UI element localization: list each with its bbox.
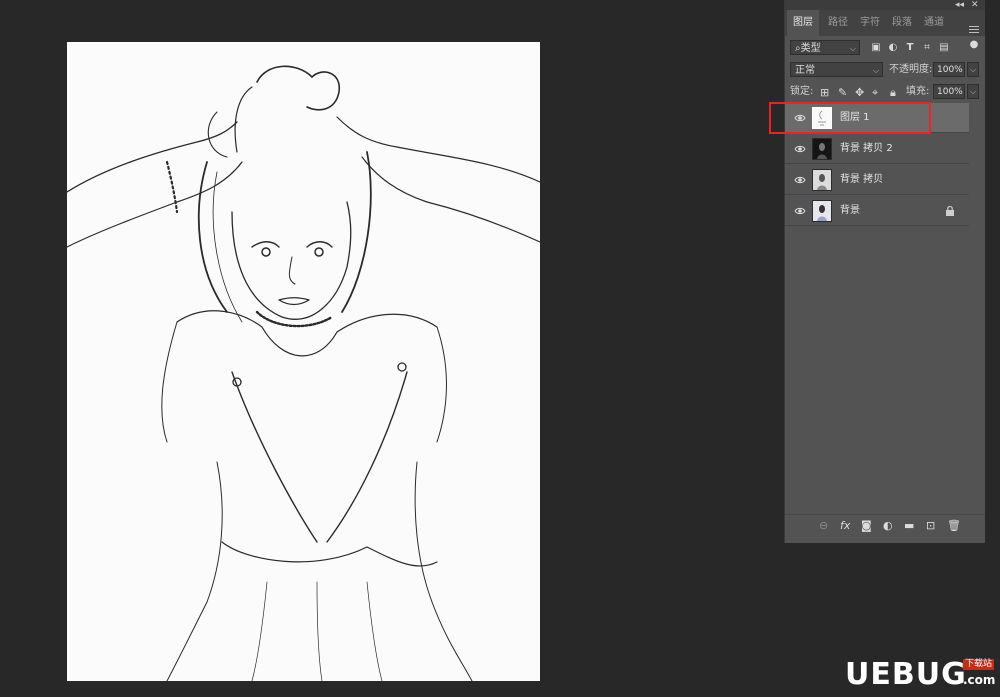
panel-menu-icon[interactable] [969,26,979,35]
fill-chevron-icon[interactable]: ⌵ [967,84,979,99]
tab-paragraph[interactable]: 段落 [887,10,917,36]
fill-label: 填充: [906,86,930,97]
layer-row[interactable]: 背景 拷贝 2 [785,134,969,164]
fill-input[interactable]: 100% [933,84,965,99]
filter-toggle-icon[interactable]: ● [967,38,981,52]
layer-thumbnail [812,200,832,222]
lock-move-icon[interactable]: ✥ [855,86,864,100]
lock-all-icon[interactable]: 🔒︎ [890,86,896,100]
eye-icon[interactable] [794,174,806,186]
fx-icon[interactable]: fx [840,519,850,533]
selection-highlight-box [769,102,931,134]
eye-icon[interactable] [794,205,806,217]
panel-title-bar: ◂◂ ✕ [785,0,985,10]
layer-thumbnail [812,138,832,160]
close-panel-icon[interactable]: ✕ [971,0,979,10]
blend-mode-dropdown[interactable]: 正常 ⌵ [790,62,883,77]
watermark-sub: 下载站 [963,659,995,670]
opacity-chevron-icon[interactable]: ⌵ [967,62,979,77]
panel-tabs: 图层 路径 字符 段落 通道 [785,10,985,36]
opacity-label: 不透明度: [889,64,933,75]
opacity-input[interactable]: 100% [933,62,965,77]
chevron-down-icon: ⌵ [872,66,879,75]
watermark-main: UEBUG [845,657,967,692]
lock-label: 锁定: [790,86,814,97]
collapse-panel-icon[interactable]: ◂◂ [955,0,964,10]
layer-name: 背景 拷贝 [840,174,884,185]
layer-name: 背景 拷贝 2 [840,143,893,154]
layer-row[interactable]: 背景 [785,196,969,226]
lock-transparent-icon[interactable]: ⊞ [820,86,829,100]
trash-icon[interactable]: 🗑︎ [947,519,961,533]
tab-layers[interactable]: 图层 [787,10,819,36]
adjustment-filter-icon[interactable]: ◐ [886,41,900,55]
folder-icon[interactable]: ▬ [904,519,914,533]
lock-brush-icon[interactable]: ✎ [838,86,847,100]
layer-row[interactable]: 背景 拷贝 [785,165,969,195]
tab-channels[interactable]: 通道 [919,10,949,36]
filter-kind-label: 类型 [800,43,821,54]
lock-icon[interactable] [945,205,955,216]
eye-icon[interactable] [794,143,806,155]
document-canvas[interactable] [67,42,540,681]
layer-thumbnail [812,169,832,191]
lock-artboard-icon[interactable]: ⌖ [872,86,878,100]
watermark-suffix: .com [963,673,996,687]
sketch-image [67,65,540,681]
watermark-logo: UEBUG 下载站 .com [845,655,995,695]
layers-bottom-toolbar: ⊖ fx ◙ ◐ ▬ ⊡ 🗑︎ [785,514,985,539]
type-filter-icon[interactable]: T [903,41,917,55]
chevron-down-icon: ⌵ [849,44,856,53]
layer-name: 背景 [840,205,860,216]
mask-icon[interactable]: ◙ [861,519,872,533]
tab-character[interactable]: 字符 [855,10,885,36]
tab-paths[interactable]: 路径 [823,10,853,36]
shape-filter-icon[interactable]: ⌗ [920,41,934,55]
pixel-filter-icon[interactable]: ▣ [869,41,883,55]
link-icon[interactable]: ⊖ [819,519,828,533]
filter-kind-dropdown[interactable]: ⌕类型 ⌵ [790,40,860,55]
layers-panel: ◂◂ ✕ 图层 路径 字符 段落 通道 ⌕类型 ⌵ ▣ ◐ T ⌗ ▤ ● 正常… [784,0,985,543]
blend-mode-value: 正常 [795,65,815,76]
smart-object-filter-icon[interactable]: ▤ [937,41,951,55]
adjustment-icon[interactable]: ◐ [883,519,893,533]
new-layer-icon[interactable]: ⊡ [926,519,935,533]
